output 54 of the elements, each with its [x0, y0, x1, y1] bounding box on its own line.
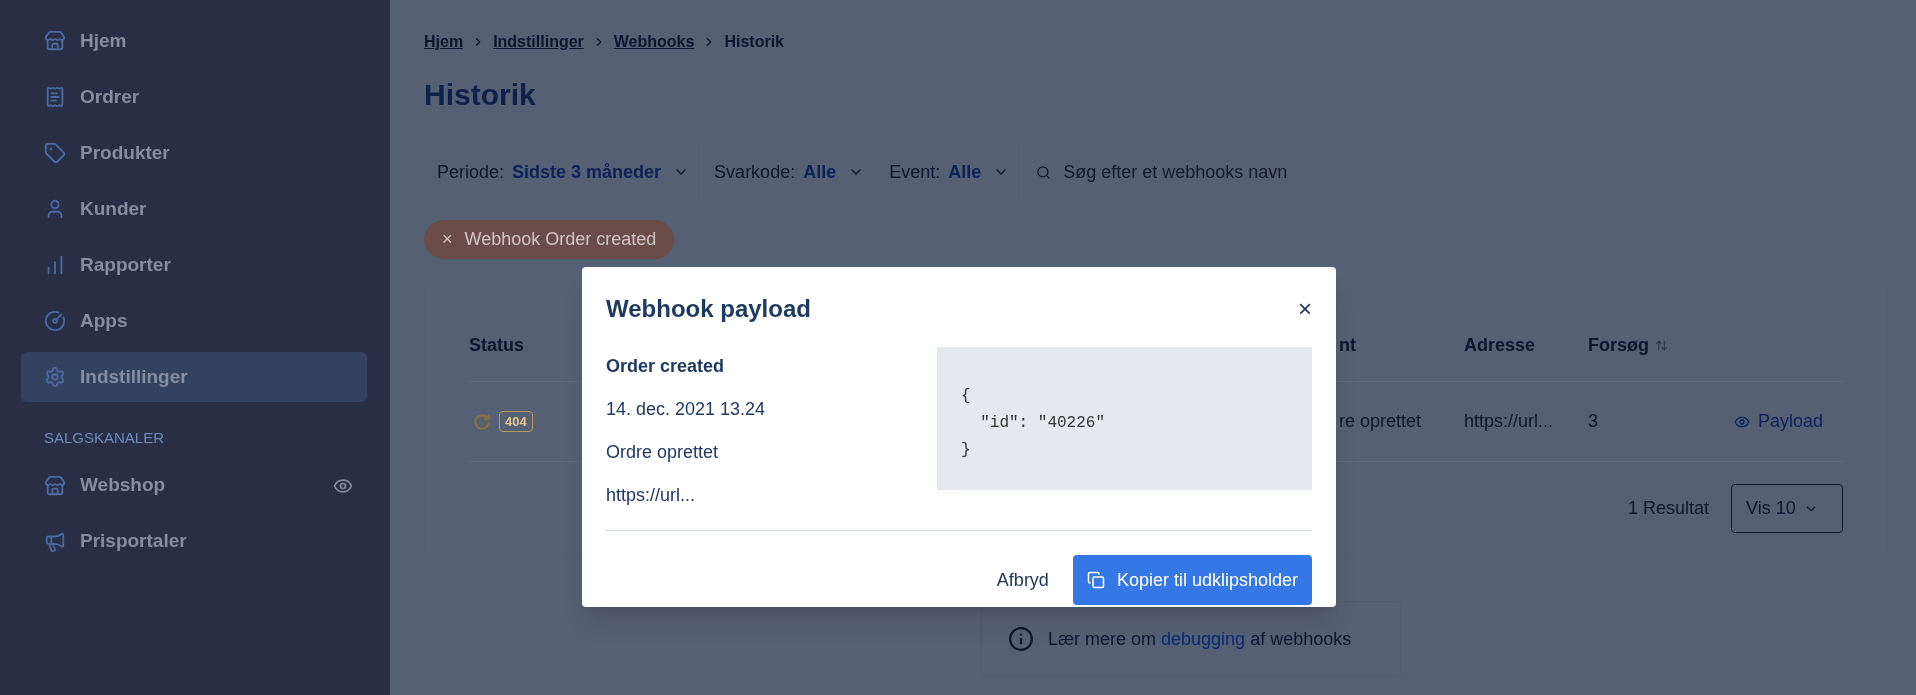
sidebar-item[interactable]: Webshop — [21, 457, 367, 514]
breadcrumb-link[interactable]: Indstillinger — [493, 30, 584, 54]
page-title: Historik — [424, 77, 537, 113]
debugging-link[interactable]: debugging — [1161, 628, 1246, 649]
remove-icon[interactable]: × — [442, 226, 453, 253]
sidebar-item[interactable]: Ordrer — [21, 72, 367, 122]
result-count: 1 Resultat — [1627, 497, 1709, 520]
retry-icon — [473, 412, 491, 431]
filter-dropdown[interactable]: Periode: Sidste 3 måneder — [425, 145, 703, 199]
sidebar-item[interactable]: Kunder — [21, 184, 367, 234]
column-header: Forsøg — [1588, 334, 1649, 357]
column-header: nt — [1339, 334, 1357, 357]
payload-link[interactable]: Payload — [1734, 408, 1824, 435]
sidebar-item[interactable]: Indstillinger — [21, 352, 367, 402]
cancel-button[interactable]: Afbryd — [994, 566, 1051, 594]
sidebar-item[interactable]: Rapporter — [21, 240, 367, 290]
breadcrumb-link[interactable]: Hjem — [424, 30, 464, 54]
column-header: Adresse — [1464, 334, 1537, 357]
sidebar-item[interactable]: Produkter — [21, 128, 367, 178]
info-icon — [1008, 626, 1034, 652]
tag-icon — [44, 142, 66, 164]
filter-dropdown[interactable]: Svarkode: Alle — [702, 145, 878, 199]
event-date: 14. dec. 2021 13.24 — [606, 398, 767, 421]
table-cell-text: 3 — [1588, 410, 1599, 433]
copy-icon — [1086, 571, 1105, 589]
megaphone-icon — [44, 530, 66, 553]
status-badge: 404 — [499, 410, 533, 433]
event-url: https://url... — [606, 484, 697, 507]
settings-icon — [44, 366, 66, 388]
filter-chip[interactable]: × Webhook Order created — [424, 220, 675, 259]
table-cell-text: re oprettet — [1339, 410, 1423, 433]
column-header: Status — [469, 334, 525, 357]
breadcrumb-current: Historik — [724, 32, 784, 52]
sidebar-item[interactable]: Apps — [21, 296, 367, 346]
search-field[interactable]: Søg efter et webhooks navn — [1063, 158, 1873, 186]
dialog-title: Webhook payload — [606, 294, 811, 324]
event-title: Order created — [606, 355, 726, 378]
help-text: Lær mere om debugging af webhooks — [1048, 627, 1352, 651]
sidebar-item[interactable]: Hjem — [21, 16, 367, 66]
table-cell-text: https://url... — [1464, 410, 1555, 433]
gauge-icon — [44, 310, 66, 332]
copy-button[interactable]: Kopier til udklipsholder — [1072, 555, 1312, 605]
breadcrumb-link[interactable]: Webhooks — [613, 30, 695, 54]
filter-dropdown[interactable]: Event: Alle — [877, 145, 1023, 199]
event-name: Ordre oprettet — [606, 441, 720, 464]
close-button[interactable]: × — [1298, 297, 1312, 321]
store-icon — [44, 474, 66, 497]
store-icon — [44, 30, 66, 52]
sidebar-item[interactable]: Prisportaler — [21, 513, 367, 570]
receipt-icon — [44, 86, 66, 108]
section-title: SALGSKANALER — [44, 428, 166, 448]
search-icon — [1036, 164, 1052, 180]
payload-code: { "id": "40226" } — [937, 347, 1312, 490]
page-size-select[interactable]: Vis 10 — [1731, 484, 1843, 533]
